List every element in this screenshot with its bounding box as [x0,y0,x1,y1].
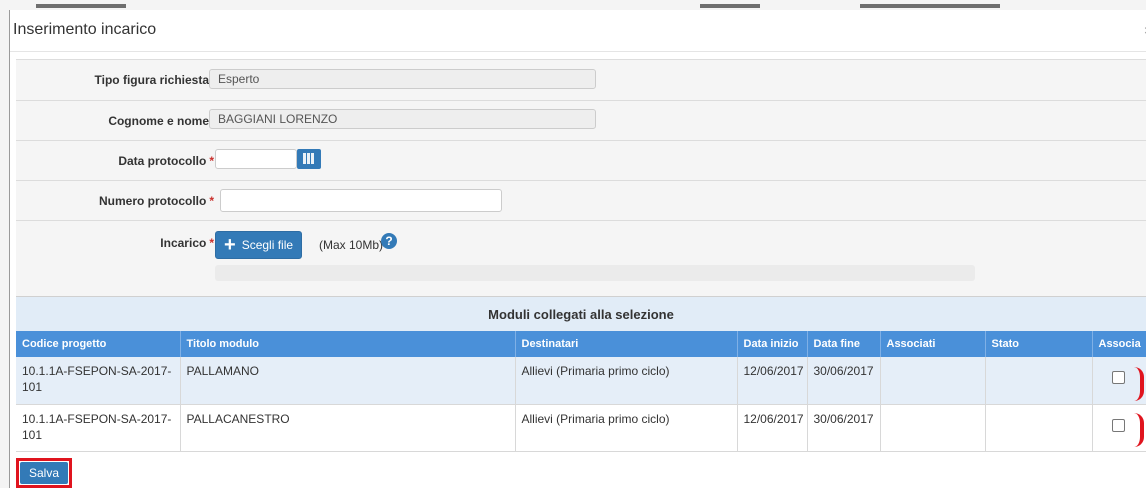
tipo-figura-field: Esperto [209,69,596,89]
codice-progetto-cell: 10.1.1A-FSEPON-SA-2017-101 [16,404,181,452]
background-top-strip [0,0,1146,10]
help-icon[interactable]: ? [381,233,397,249]
col-header[interactable]: Codice progetto [16,331,181,357]
calendar-button[interactable] [297,149,321,169]
form-row-incarico: Incarico * + Scegli file (Max 10Mb) ? [16,220,1146,297]
tipo-figura-label: Tipo figura richiesta [94,73,209,87]
data-fine-cell: 30/06/2017 [807,404,881,452]
col-header[interactable]: Destinatari [515,331,738,357]
max-size-note: (Max 10Mb) [319,238,384,252]
form-row-cognome-nome: Cognome e nome BAGGIANI LORENZO [16,100,1146,141]
stato-cell [985,404,1093,452]
data-fine-cell: 30/06/2017 [807,357,881,405]
table-row: 10.1.1A-FSEPON-SA-2017-101 PALLACANESTRO… [16,404,1146,452]
moduli-table: Codice progetto Titolo modulo Destinatar… [16,331,1146,452]
associati-cell [880,404,986,452]
modal-title: Inserimento incarico [13,21,157,38]
modal-dialog: Inserimento incarico × Tipo figura richi… [10,10,1146,488]
form-row-numero-protocollo: Numero protocollo * [16,180,1146,221]
numero-protocollo-input[interactable] [220,189,502,212]
col-header[interactable]: Data fine [807,331,881,357]
background-bar [36,4,126,8]
background-bar [860,4,1000,8]
titolo-modulo-cell: PALLACANESTRO [180,404,516,452]
col-header[interactable]: Stato [985,331,1093,357]
associa-checkbox[interactable] [1111,418,1125,432]
highlight-bracket [1134,367,1144,401]
incarico-label-text: Incarico [160,236,207,250]
background-bar [700,4,760,8]
background-left-edge [0,10,10,488]
titolo-modulo-cell: PALLAMANO [180,357,516,405]
calendar-icon [303,153,315,164]
associa-checkbox[interactable] [1111,371,1125,384]
moduli-section-title: Moduli collegati alla selezione [16,296,1146,332]
form-row-data-protocollo: Data protocollo * [16,140,1146,181]
codice-progetto-cell: 10.1.1A-FSEPON-SA-2017-101 [16,357,181,405]
required-mark: * [209,236,214,250]
col-header[interactable]: Data inizio [737,331,808,357]
choose-file-label: Scegli file [241,238,294,252]
highlight-bracket [1134,413,1144,447]
col-header[interactable]: Associa [1092,331,1146,357]
data-inizio-cell: 12/06/2017 [737,404,808,452]
upload-progress-bar [215,265,975,281]
data-inizio-cell: 12/06/2017 [737,357,808,405]
form-row-tipo-figura: Tipo figura richiesta Esperto [16,60,1146,101]
cognome-nome-field: BAGGIANI LORENZO [209,109,596,129]
incarico-label: Incarico * [160,236,214,250]
required-mark: * [209,154,214,168]
table-row: 10.1.1A-FSEPON-SA-2017-101 PALLAMANO All… [16,357,1146,405]
required-mark: * [209,194,214,208]
data-protocollo-label: Data protocollo * [118,154,214,168]
table-header-row: Codice progetto Titolo modulo Destinatar… [16,331,1146,357]
numero-protocollo-label-text: Numero protocollo [98,194,207,208]
col-header[interactable]: Titolo modulo [180,331,516,357]
choose-file-button[interactable]: + Scegli file [215,231,303,259]
destinatari-cell: Allievi (Primaria primo ciclo) [515,357,738,405]
modal-header: Inserimento incarico × [10,10,1146,52]
col-header[interactable]: Associati [880,331,986,357]
cognome-nome-label: Cognome e nome [108,114,209,128]
save-highlight-box: Salva [16,458,72,488]
save-button[interactable]: Salva [20,462,68,484]
data-protocollo-label-text: Data protocollo [118,154,207,168]
plus-icon: + [224,234,236,256]
associati-cell [880,357,986,405]
form-panel: Tipo figura richiesta Esperto Cognome e … [16,59,1146,297]
stato-cell [985,357,1093,405]
numero-protocollo-label: Numero protocollo * [99,194,214,208]
destinatari-cell: Allievi (Primaria primo ciclo) [515,404,738,452]
data-protocollo-input[interactable] [215,149,297,169]
